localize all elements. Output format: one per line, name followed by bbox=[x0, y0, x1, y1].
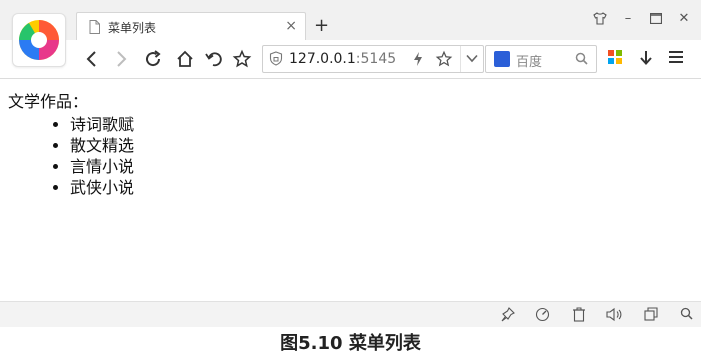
toolbar: 127.0.0.1:5145 百度 bbox=[0, 40, 701, 79]
menu-icon[interactable] bbox=[668, 49, 684, 65]
baidu-paw-icon bbox=[494, 51, 510, 67]
tab-title: 菜单列表 bbox=[108, 21, 157, 35]
page-content: 文学作品： 诗词歌赋 散文精选 言情小说 武侠小说 bbox=[0, 79, 701, 301]
list-item: 诗词歌赋 bbox=[70, 114, 134, 135]
tab-strip: 菜单列表 × + – ✕ bbox=[0, 0, 701, 67]
shirt-icon bbox=[593, 11, 607, 25]
document-icon bbox=[89, 20, 100, 34]
apps-grid-icon[interactable] bbox=[607, 49, 623, 65]
bookmark-star-button[interactable] bbox=[232, 49, 252, 69]
tab-active[interactable]: 菜单列表 × bbox=[76, 12, 306, 41]
figure-caption: 图5.10 菜单列表 bbox=[280, 333, 421, 354]
maximize-button[interactable] bbox=[645, 8, 667, 28]
url-host: 127.0.0.1 bbox=[289, 51, 356, 67]
undo-close-button[interactable] bbox=[204, 49, 224, 69]
new-tab-button[interactable]: + bbox=[314, 16, 329, 36]
search-engine-label: 百度 bbox=[516, 55, 543, 70]
list-item: 言情小说 bbox=[70, 156, 134, 177]
search-icon[interactable] bbox=[575, 52, 588, 65]
browser-window: 菜单列表 × + – ✕ 127.0.0.1:5145 百度 文学作品： • 诗… bbox=[0, 0, 701, 327]
skin-button[interactable] bbox=[589, 8, 611, 28]
search-box[interactable]: 百度 bbox=[485, 45, 597, 73]
url-text[interactable]: 127.0.0.1:5145 bbox=[289, 51, 401, 67]
chevron-down-icon bbox=[466, 54, 478, 63]
download-icon[interactable] bbox=[638, 49, 654, 67]
favorite-star-icon[interactable] bbox=[435, 50, 453, 68]
window-controls: – ✕ bbox=[589, 8, 695, 28]
speaker-icon[interactable] bbox=[606, 307, 623, 322]
zoom-icon[interactable] bbox=[680, 307, 693, 320]
menu-list: 诗词歌赋 散文精选 言情小说 武侠小说 bbox=[30, 114, 134, 198]
maximize-icon bbox=[650, 12, 662, 24]
lightning-icon[interactable] bbox=[413, 51, 423, 67]
shield-icon bbox=[269, 51, 283, 66]
reload-button[interactable] bbox=[143, 49, 163, 69]
minimize-button[interactable]: – bbox=[617, 8, 639, 28]
window-copy-icon[interactable] bbox=[644, 307, 658, 321]
forward-button[interactable] bbox=[111, 49, 131, 69]
list-item: 武侠小说 bbox=[70, 177, 134, 198]
address-bar[interactable]: 127.0.0.1:5145 bbox=[262, 45, 484, 73]
speedometer-icon[interactable] bbox=[535, 307, 550, 322]
url-port: :5145 bbox=[355, 51, 397, 67]
close-window-button[interactable]: ✕ bbox=[673, 8, 695, 28]
browser-logo-icon bbox=[19, 20, 59, 60]
trash-icon[interactable] bbox=[572, 307, 586, 322]
back-button[interactable] bbox=[82, 49, 102, 69]
browser-logo[interactable] bbox=[12, 13, 66, 67]
page-heading: 文学作品： bbox=[8, 92, 89, 111]
list-item: 散文精选 bbox=[70, 135, 134, 156]
pin-icon[interactable] bbox=[500, 307, 515, 322]
address-dropdown-button[interactable] bbox=[460, 46, 483, 72]
tab-close-button[interactable]: × bbox=[285, 18, 297, 34]
home-button[interactable] bbox=[175, 49, 195, 69]
status-bar bbox=[0, 301, 701, 327]
